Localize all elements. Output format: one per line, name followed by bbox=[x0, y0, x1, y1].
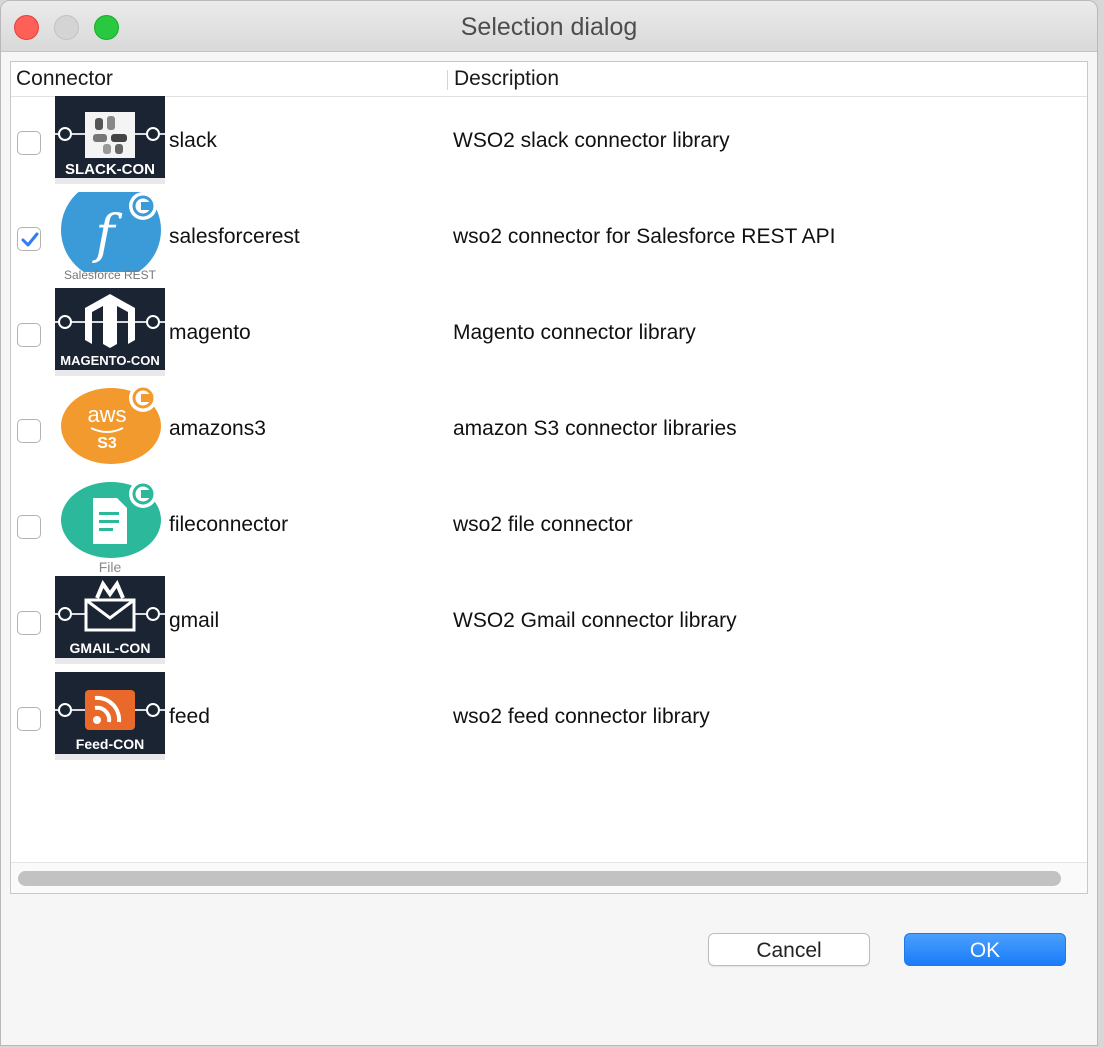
table-row[interactable]: aws S3 amazons3 amazon S3 connector libr… bbox=[11, 384, 1087, 480]
connector-name: slack bbox=[169, 129, 217, 152]
svg-text:Salesforce REST: Salesforce REST bbox=[64, 268, 157, 282]
column-divider[interactable] bbox=[447, 70, 448, 90]
dialog-content: Connector Description SLACK-CON slack WS… bbox=[1, 52, 1097, 1045]
gmail-connector-icon: GMAIL-CON bbox=[55, 576, 165, 664]
table-row[interactable]: GMAIL-CON gmail WSO2 Gmail connector lib… bbox=[11, 576, 1087, 672]
connector-table: Connector Description SLACK-CON slack WS… bbox=[10, 61, 1088, 894]
connector-name: gmail bbox=[169, 609, 220, 632]
connector-description: WSO2 slack connector library bbox=[453, 129, 730, 152]
row-checkbox[interactable] bbox=[17, 515, 41, 539]
table-row[interactable]: File fileconnector wso2 file connector bbox=[11, 480, 1087, 576]
svg-text:Feed-CON: Feed-CON bbox=[76, 736, 144, 752]
svg-text:S3: S3 bbox=[97, 435, 117, 452]
salesforce-rest-icon: f Salesforce REST bbox=[55, 180, 165, 284]
row-checkbox-checked[interactable] bbox=[17, 227, 41, 251]
connector-description: wso2 file connector bbox=[453, 513, 633, 536]
magento-connector-icon: MAGENTO-CON bbox=[55, 288, 165, 376]
connector-description: WSO2 Gmail connector library bbox=[453, 609, 737, 632]
svg-text:SLACK-CON: SLACK-CON bbox=[65, 161, 155, 178]
amazon-s3-icon: aws S3 bbox=[55, 384, 165, 472]
table-row[interactable]: SLACK-CON slack WSO2 slack connector lib… bbox=[11, 96, 1087, 192]
slack-connector-icon: SLACK-CON bbox=[55, 96, 165, 184]
row-checkbox[interactable] bbox=[17, 707, 41, 731]
horizontal-scrollbar[interactable] bbox=[11, 862, 1087, 893]
svg-text:GMAIL-CON: GMAIL-CON bbox=[70, 640, 151, 656]
row-checkbox[interactable] bbox=[17, 419, 41, 443]
connector-name: feed bbox=[169, 705, 210, 728]
connector-name: amazons3 bbox=[169, 417, 266, 440]
title-bar: Selection dialog bbox=[1, 1, 1097, 52]
connector-name: salesforcerest bbox=[169, 225, 300, 248]
connector-name: magento bbox=[169, 321, 251, 344]
column-header-connector[interactable]: Connector bbox=[16, 67, 113, 91]
svg-text:File: File bbox=[99, 559, 122, 575]
checkmark-icon bbox=[21, 232, 39, 247]
column-header-description[interactable]: Description bbox=[454, 67, 559, 91]
table-row[interactable]: Feed-CON feed wso2 feed connector librar… bbox=[11, 672, 1087, 768]
row-checkbox[interactable] bbox=[17, 323, 41, 347]
svg-text:MAGENTO-CON: MAGENTO-CON bbox=[60, 353, 159, 368]
svg-text:aws: aws bbox=[87, 402, 126, 427]
row-checkbox[interactable] bbox=[17, 131, 41, 155]
selection-dialog-window: Selection dialog Connector Description S… bbox=[0, 0, 1098, 1046]
connector-description: amazon S3 connector libraries bbox=[453, 417, 737, 440]
cancel-button[interactable]: Cancel bbox=[708, 933, 870, 966]
feed-connector-icon: Feed-CON bbox=[55, 672, 165, 760]
table-header: Connector Description bbox=[11, 62, 1087, 97]
row-checkbox[interactable] bbox=[17, 611, 41, 635]
table-row[interactable]: f Salesforce REST salesforcerest wso2 co… bbox=[11, 180, 1087, 288]
window-title: Selection dialog bbox=[460, 13, 638, 41]
connector-description: Magento connector library bbox=[453, 321, 696, 344]
connector-name: fileconnector bbox=[169, 513, 289, 536]
connector-description: wso2 feed connector library bbox=[453, 705, 710, 728]
file-connector-icon: File bbox=[55, 480, 165, 575]
ok-button[interactable]: OK bbox=[904, 933, 1066, 966]
connector-description: wso2 connector for Salesforce REST API bbox=[453, 225, 836, 248]
table-row[interactable]: MAGENTO-CON magento Magento connector li… bbox=[11, 288, 1087, 384]
scrollbar-thumb[interactable] bbox=[18, 871, 1061, 886]
